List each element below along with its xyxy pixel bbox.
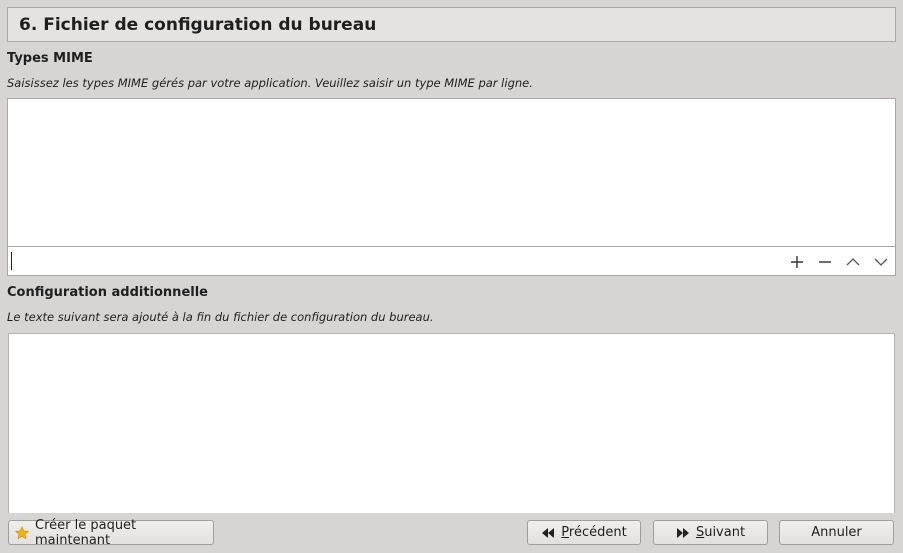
rewind-icon: [541, 527, 555, 539]
minus-icon: [819, 261, 831, 263]
remove-mime-button[interactable]: [814, 251, 836, 273]
mime-section-title: Types MIME: [7, 51, 93, 66]
plus-icon: [791, 256, 803, 268]
page-header: 6. Fichier de configuration du bureau: [7, 7, 896, 42]
cancel-button[interactable]: Annuler: [779, 520, 894, 545]
additional-section-description: Le texte suivant sera ajouté à la fin du…: [7, 310, 434, 324]
add-mime-button[interactable]: [786, 251, 808, 273]
text-caret: [11, 252, 12, 270]
previous-label: Précédent: [561, 525, 627, 540]
create-package-label: Créer le paquet maintenant: [35, 517, 137, 548]
create-package-button[interactable]: Créer le paquet maintenant: [8, 517, 214, 548]
mime-entry-bar: [7, 246, 896, 276]
cancel-label: Annuler: [811, 525, 862, 540]
next-button[interactable]: Suivant: [653, 520, 768, 545]
chevron-up-icon: [846, 258, 860, 266]
next-label: Suivant: [695, 525, 746, 540]
chevron-down-icon: [874, 258, 888, 266]
additional-config-textarea[interactable]: [8, 333, 895, 513]
additional-section-title: Configuration additionnelle: [7, 285, 208, 300]
move-down-button[interactable]: [870, 251, 892, 273]
wizard-page: 6. Fichier de configuration du bureau Ty…: [0, 0, 903, 553]
star-icon: [15, 525, 29, 540]
move-up-button[interactable]: [842, 251, 864, 273]
fast-forward-icon: [676, 527, 690, 539]
mime-section-description: Saisissez les types MIME gérés par votre…: [7, 76, 533, 90]
mime-types-list[interactable]: [7, 98, 896, 247]
page-title: 6. Fichier de configuration du bureau: [19, 14, 377, 35]
previous-button[interactable]: Précédent: [527, 520, 641, 545]
mime-type-input[interactable]: [10, 250, 780, 272]
